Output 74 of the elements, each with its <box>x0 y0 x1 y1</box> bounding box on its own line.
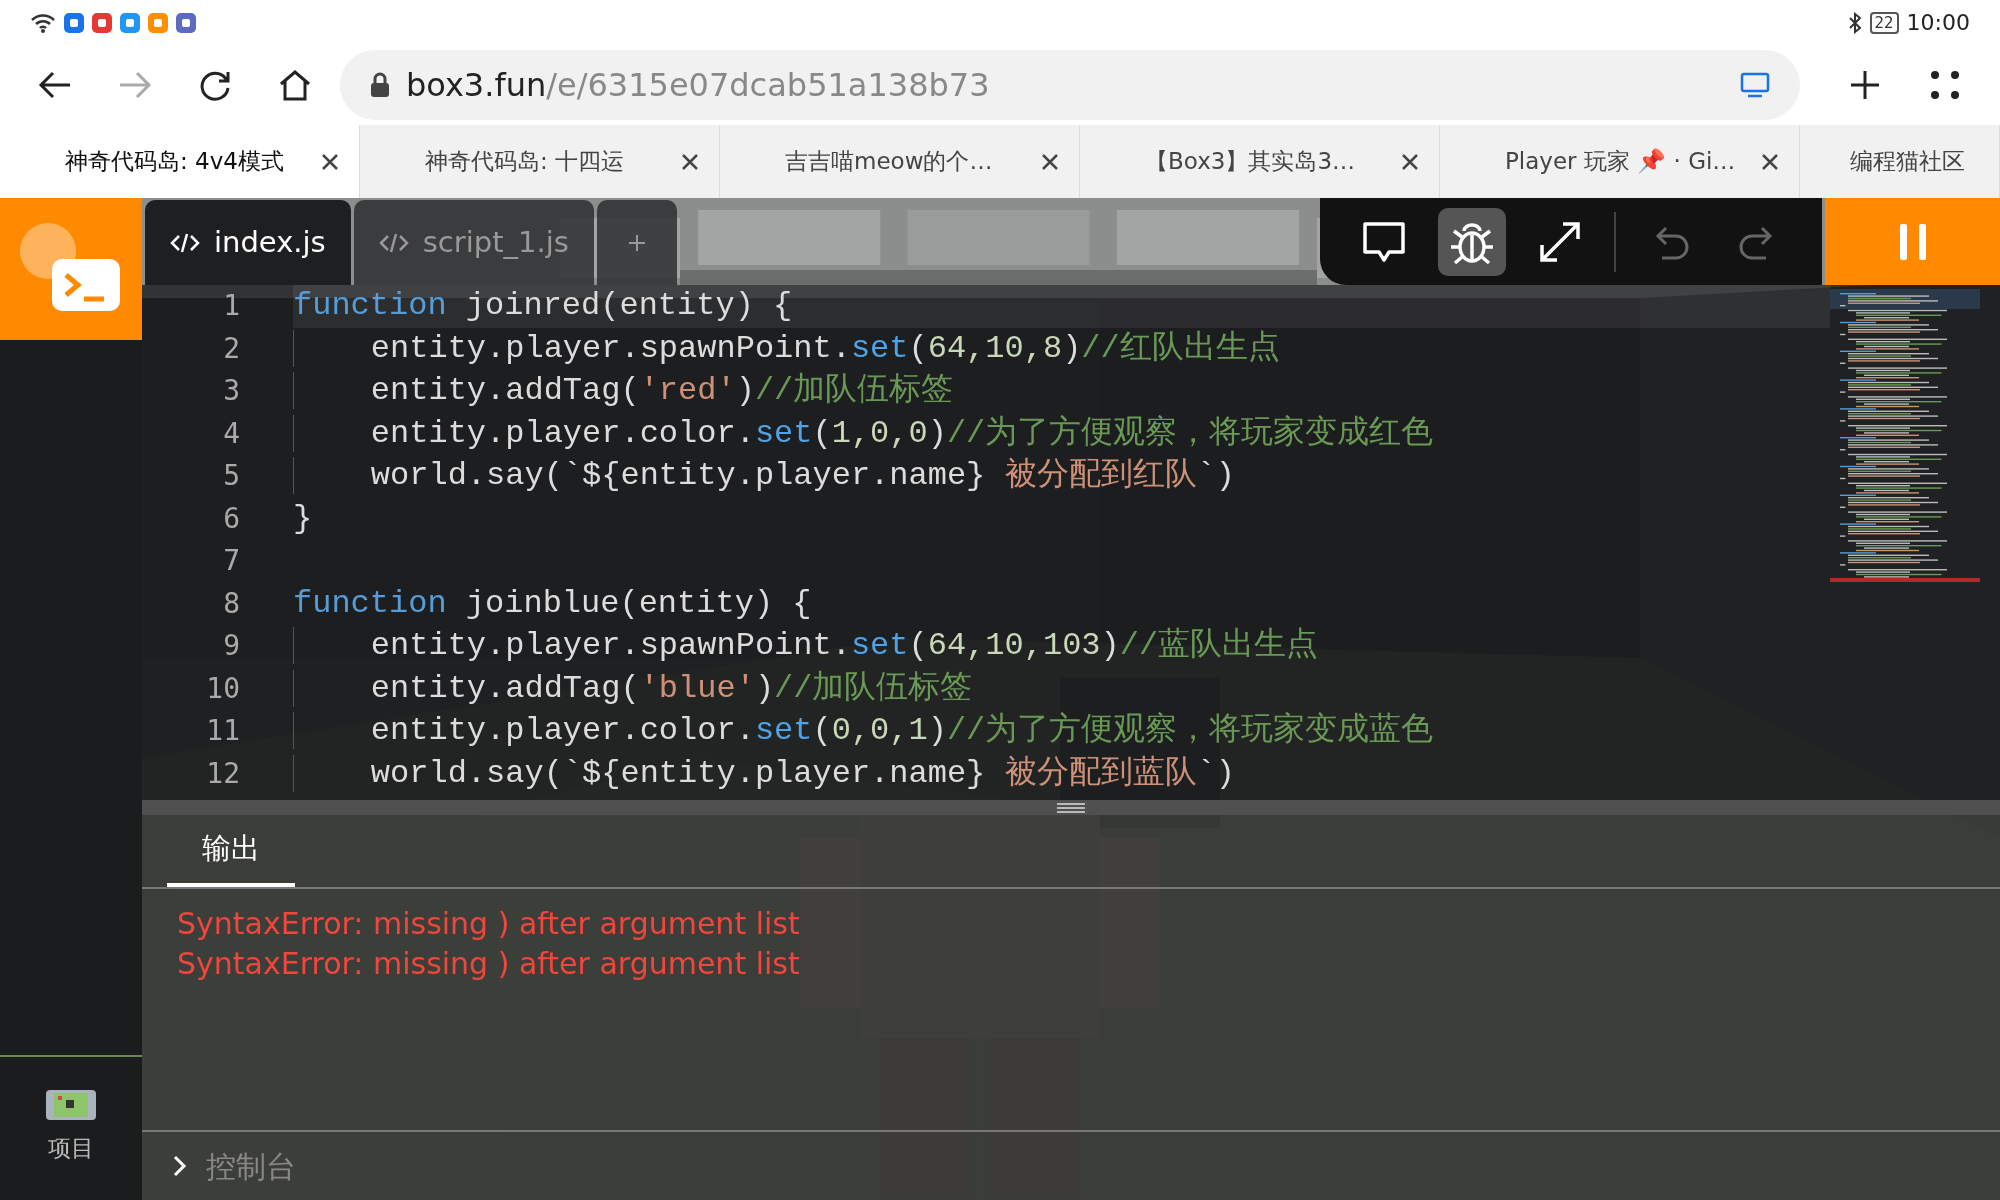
file-tab[interactable]: script_1.js <box>353 200 594 285</box>
close-icon[interactable] <box>1401 152 1419 171</box>
line-number: 4 <box>222 415 241 452</box>
pause-icon <box>1899 223 1926 260</box>
forward-arrow-icon <box>118 70 152 100</box>
code-line: world.say(`${entity.player.name} 被分配到红队`) <box>293 455 1235 498</box>
browser-tab[interactable]: Player 玩家 📌 · Gi… <box>1440 125 1800 198</box>
browser-tab[interactable]: 神奇代码岛: 十四运 <box>360 125 720 198</box>
app-notification-icon <box>176 13 196 33</box>
code-line: entity.player.color.set(1,0,0)//为了方便观察，将玩家变成红色 <box>293 412 1434 455</box>
close-icon[interactable] <box>1041 152 1059 171</box>
file-tab[interactable]: index.js <box>145 200 351 285</box>
clock-time: 10:00 <box>1906 9 1970 37</box>
code-line: function joinred(entity) { <box>293 286 793 326</box>
error-message: SyntaxError: missing ) after argument list <box>177 945 801 983</box>
sidebar-item[interactable]: 项目 <box>42 1130 100 1167</box>
battery-level: 22 <box>1869 11 1899 34</box>
tab-title: 吉吉喵meow的个… <box>785 147 994 177</box>
bluetooth-icon <box>1847 12 1862 34</box>
line-number: 10 <box>205 670 241 707</box>
tab-title: Player 玩家 📌 · Gi… <box>1505 147 1737 177</box>
line-number: 7 <box>222 543 241 579</box>
wifi-icon <box>30 11 56 34</box>
browser-tab[interactable]: 【Box3】其实岛3… <box>1080 125 1440 198</box>
code-line: entity.player.spawnPoint.set(64,10,8)//红队出生点 <box>293 327 1280 370</box>
chevron-icon <box>172 1154 188 1178</box>
line-number: 8 <box>222 585 241 622</box>
code-line: world.say(`${entity.player.name} 被分配到蓝队`) <box>293 752 1235 795</box>
resize-handle[interactable] <box>142 800 2000 815</box>
line-number: 5 <box>222 458 241 494</box>
plus-icon <box>1849 69 1881 101</box>
close-icon[interactable] <box>1761 152 1779 171</box>
back-arrow-icon <box>38 70 72 100</box>
line-number: 6 <box>222 500 241 537</box>
screen-icon <box>1740 72 1770 98</box>
code-line: entity.addTag('blue')//加队伍标签 <box>293 667 973 710</box>
plus-icon <box>626 232 647 253</box>
browser-tab[interactable]: 吉吉喵meow的个… <box>720 125 1080 198</box>
code-line: } <box>293 498 313 539</box>
chat-bubble-icon <box>1361 219 1407 264</box>
line-number: 9 <box>222 628 241 664</box>
url-path: /e/6315e07dcab51a138b73 <box>546 66 990 104</box>
panel-tab[interactable]: 输出 <box>167 815 295 887</box>
resize-icon <box>1539 220 1581 263</box>
code-line: function joinblue(entity) { <box>293 583 812 624</box>
app-notification-icon <box>64 13 84 33</box>
line-number: 2 <box>222 330 241 367</box>
lock-icon <box>370 72 390 98</box>
tab-title: 神奇代码岛: 4v4模式 <box>65 147 285 177</box>
debug-button[interactable] <box>1438 207 1506 276</box>
tab-title: 神奇代码岛: 十四运 <box>425 147 626 177</box>
line-number: 3 <box>222 373 241 409</box>
close-icon[interactable] <box>681 152 699 171</box>
code-line: entity.player.color.set(0,0,1)//为了方便观察，将玩家变成蓝色 <box>293 710 1434 753</box>
tab-title: 编程猫社区 <box>1850 147 1966 177</box>
address-bar[interactable]: box3.fun/e/6315e07dcab51a138b73 <box>340 50 1800 120</box>
line-number: 1 <box>222 288 241 324</box>
home-icon <box>278 69 312 101</box>
grip-icon <box>1057 801 1085 814</box>
error-message: SyntaxError: missing ) after argument list <box>177 905 801 943</box>
add-file-button[interactable] <box>596 200 677 285</box>
line-number: 12 <box>205 755 241 792</box>
app-notification-icon <box>148 13 168 33</box>
menu-icon <box>1930 70 1960 100</box>
minimap-drawing[interactable] <box>1830 289 1980 584</box>
app-notification-icon <box>120 13 140 33</box>
app-notification-icon <box>92 13 112 33</box>
url-host: box3.fun <box>406 66 547 104</box>
line-number: 11 <box>205 713 241 749</box>
browser-tab[interactable]: 编程猫社区 <box>1800 125 2000 198</box>
code-line: entity.player.spawnPoint.set(64,10,103)//蓝队出生点 <box>293 625 1319 668</box>
code-line: entity.addTag('red')//加队伍标签 <box>293 370 954 413</box>
close-icon[interactable] <box>321 152 339 171</box>
tab-title: 【Box3】其实岛3… <box>1145 147 1357 177</box>
